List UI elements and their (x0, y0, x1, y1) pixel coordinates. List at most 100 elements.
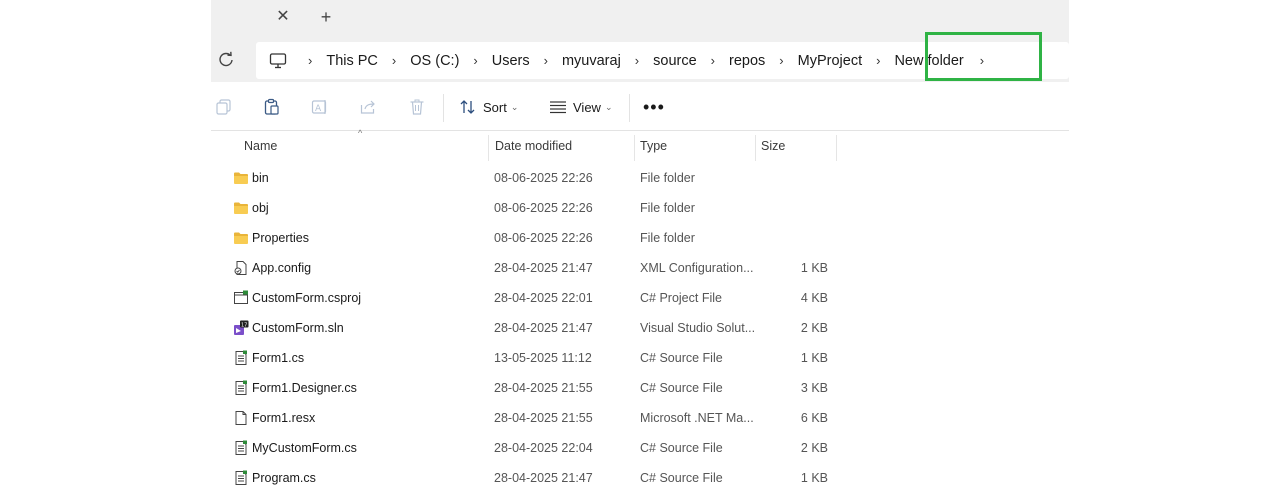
breadcrumb-chevron-icon[interactable]: › (540, 53, 552, 68)
breadcrumb-chevron-icon[interactable]: › (304, 53, 316, 68)
file-date-modified: 28-04-2025 21:55 (494, 411, 593, 425)
column-header-row: ^ Name Date modified Type Size (211, 128, 1069, 161)
column-divider[interactable] (488, 135, 489, 161)
share-icon[interactable] (359, 98, 377, 116)
file-date-modified: 13-05-2025 11:12 (494, 351, 592, 365)
file-row[interactable]: Form1.Designer.cs 28-04-2025 21:55 C# Sour… (211, 373, 1069, 403)
file-type: XML Configuration... (640, 261, 754, 275)
file-row[interactable]: App.config 28-04-2025 21:47 XML Configurat… (211, 253, 1069, 283)
new-tab-button[interactable]: + (315, 6, 337, 28)
file-size: 2 KB (800, 321, 828, 335)
breadcrumb-chevron-icon[interactable]: › (631, 53, 643, 68)
file-date-modified: 28-04-2025 21:47 (494, 261, 593, 275)
file-size: 2 KB (800, 441, 828, 455)
breadcrumb-item[interactable]: OS (C:) (400, 53, 469, 69)
breadcrumb-item[interactable]: Users (482, 53, 540, 69)
config-file-icon (233, 260, 249, 276)
csproj-file-icon (233, 290, 249, 306)
breadcrumb-item[interactable]: This PC (316, 53, 388, 69)
file-size: 1 KB (800, 351, 828, 365)
file-date-modified: 08-06-2025 22:26 (494, 171, 593, 185)
file-name: Form1.cs (252, 351, 305, 365)
copy-icon[interactable] (215, 98, 233, 116)
file-row[interactable]: MyCustomForm.cs 28-04-2025 22:04 C# Source… (211, 433, 1069, 463)
breadcrumb: › This PC › OS (C:) › Users › myuvaraj › source › r… (256, 42, 988, 79)
svg-text:17: 17 (241, 322, 247, 328)
resx-file-icon (233, 410, 249, 426)
file-size: 6 KB (800, 411, 828, 425)
file-size: 1 KB (800, 261, 828, 275)
folder-icon (233, 170, 249, 186)
file-date-modified: 28-04-2025 22:01 (494, 291, 593, 305)
file-type: C# Source File (640, 471, 723, 485)
chevron-down-icon: ⌄ (510, 101, 519, 112)
rename-icon[interactable]: A (311, 98, 329, 116)
file-row[interactable]: Properties 08-06-2025 22:26 File folder (211, 223, 1069, 253)
breadcrumb-chevron-icon[interactable]: › (388, 53, 400, 68)
sort-label: Sort (483, 99, 507, 115)
file-size: 4 KB (800, 291, 828, 305)
more-options-button[interactable]: ••• (643, 98, 665, 116)
file-row[interactable]: 17 CustomForm.sln 28-04-2025 21:47 Visual S… (211, 313, 1069, 343)
svg-text:A: A (315, 104, 322, 114)
breadcrumb-item[interactable]: repos (719, 53, 775, 69)
file-date-modified: 08-06-2025 22:26 (494, 231, 593, 245)
breadcrumb-chevron-icon[interactable]: › (469, 53, 481, 68)
column-header-date[interactable]: Date modified (495, 131, 572, 161)
paste-icon[interactable] (263, 98, 281, 116)
column-divider[interactable] (755, 135, 756, 161)
file-row[interactable]: CustomForm.csproj 28-04-2025 22:01 C# Proj… (211, 283, 1069, 313)
file-name: CustomForm.csproj (252, 291, 362, 305)
file-name: Program.cs (252, 471, 316, 485)
toolbar-divider (443, 94, 444, 122)
delete-icon[interactable] (408, 98, 426, 116)
toolbar-divider (629, 94, 630, 122)
file-type: C# Source File (640, 441, 723, 455)
folder-icon (233, 230, 249, 246)
file-name: Form1.Designer.cs (252, 381, 357, 395)
file-name: bin (252, 171, 269, 185)
file-type: C# Source File (640, 381, 723, 395)
refresh-icon[interactable] (214, 45, 238, 75)
column-divider[interactable] (634, 135, 635, 161)
chevron-down-icon: ⌄ (604, 101, 613, 112)
column-header-size[interactable]: Size (761, 131, 785, 161)
new-folder-highlight-box (925, 32, 1042, 81)
column-header-name[interactable]: Name (244, 131, 277, 161)
file-row[interactable]: Program.cs 28-04-2025 21:47 C# Source File… (211, 463, 1069, 493)
file-name: obj (252, 201, 269, 215)
view-button[interactable]: View ⌄ (549, 84, 613, 130)
folder-icon (233, 200, 249, 216)
column-header-type[interactable]: Type (640, 131, 667, 161)
file-name: Properties (252, 231, 309, 245)
file-name: App.config (252, 261, 312, 275)
close-tab-icon[interactable]: ✕ (273, 6, 293, 28)
file-row[interactable]: obj 08-06-2025 22:26 File folder (211, 193, 1069, 223)
breadcrumb-chevron-icon[interactable]: › (872, 53, 884, 68)
file-date-modified: 28-04-2025 21:55 (494, 381, 593, 395)
file-row[interactable]: Form1.resx 28-04-2025 21:55 Microsoft .NET… (211, 403, 1069, 433)
command-bar: A Sort ⌄ View ⌄ ••• (211, 84, 1069, 131)
file-name: MyCustomForm.cs (252, 441, 357, 455)
breadcrumb-chevron-icon[interactable]: › (775, 53, 787, 68)
file-size: 3 KB (800, 381, 828, 395)
cs-file-icon (233, 380, 249, 396)
file-type: File folder (640, 201, 695, 215)
breadcrumb-chevron-icon[interactable]: › (707, 53, 719, 68)
breadcrumb-item[interactable]: source (643, 53, 707, 69)
file-type: C# Project File (640, 291, 722, 305)
view-label: View (573, 99, 601, 115)
breadcrumb-item[interactable]: myuvaraj (552, 53, 631, 69)
file-type: C# Source File (640, 351, 723, 365)
view-icon (550, 101, 566, 114)
breadcrumb-item[interactable]: MyProject (788, 53, 872, 69)
file-date-modified: 28-04-2025 21:47 (494, 471, 593, 485)
sort-button[interactable]: Sort ⌄ (459, 84, 518, 130)
file-size: 1 KB (800, 471, 828, 485)
computer-icon[interactable] (269, 52, 287, 70)
column-divider[interactable] (836, 135, 837, 161)
file-name: CustomForm.sln (252, 321, 344, 335)
file-row[interactable]: bin 08-06-2025 22:26 File folder (211, 163, 1069, 193)
sln-file-icon: 17 (233, 320, 249, 336)
file-row[interactable]: Form1.cs 13-05-2025 11:12 C# Source File 1 … (211, 343, 1069, 373)
